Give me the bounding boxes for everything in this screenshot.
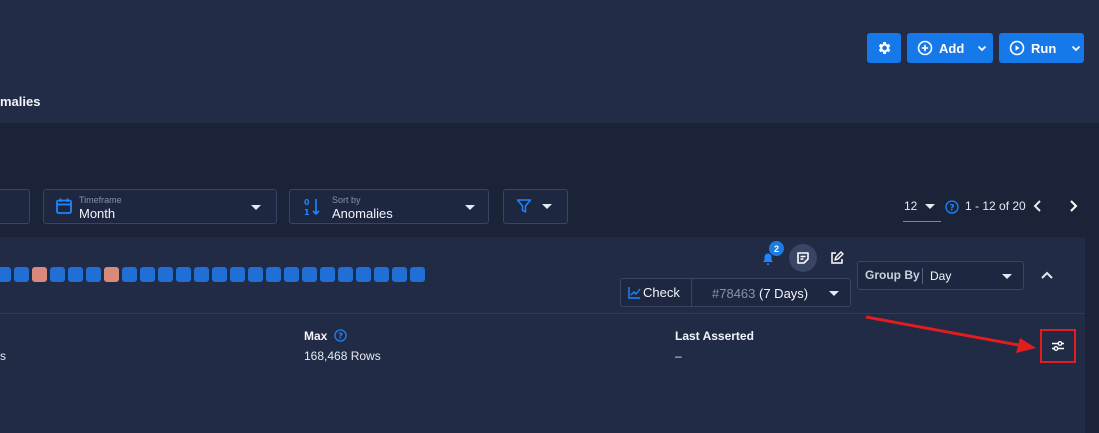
group-by-divider bbox=[922, 268, 923, 284]
annotation-arrow bbox=[865, 315, 1036, 353]
sort-icon: 01 bbox=[304, 197, 322, 222]
sliders-icon[interactable] bbox=[1051, 339, 1065, 358]
caret-down-icon bbox=[251, 205, 261, 210]
caret-down-icon[interactable] bbox=[925, 204, 935, 209]
group-by-label: Group By bbox=[865, 268, 920, 282]
calendar-icon bbox=[55, 197, 73, 220]
status-square[interactable] bbox=[212, 267, 227, 282]
group-by-value: Day bbox=[930, 269, 952, 283]
group-by-select[interactable]: Group By Day bbox=[857, 261, 1024, 290]
chart-line-icon bbox=[628, 286, 641, 304]
svg-text:1: 1 bbox=[304, 208, 310, 217]
status-square[interactable] bbox=[0, 267, 11, 282]
status-square[interactable] bbox=[410, 267, 425, 282]
sort-select[interactable]: 01 Sort by Anomalies bbox=[289, 189, 489, 224]
filter-icon bbox=[516, 198, 532, 219]
status-square[interactable] bbox=[302, 267, 317, 282]
svg-text:?: ? bbox=[338, 331, 343, 341]
status-square[interactable] bbox=[392, 267, 407, 282]
status-square[interactable] bbox=[50, 267, 65, 282]
check-label: Check bbox=[643, 285, 680, 300]
status-square[interactable] bbox=[374, 267, 389, 282]
sort-label: Sort by bbox=[332, 195, 361, 205]
chevron-down-icon bbox=[978, 45, 987, 52]
status-square[interactable] bbox=[176, 267, 191, 282]
svg-text:0: 0 bbox=[304, 198, 310, 207]
svg-text:?: ? bbox=[949, 203, 954, 213]
timeframe-value: Month bbox=[79, 206, 116, 221]
caret-down-icon bbox=[465, 205, 475, 210]
status-square[interactable] bbox=[86, 267, 101, 282]
check-divider bbox=[691, 279, 692, 306]
status-square[interactable] bbox=[230, 267, 245, 282]
max-label: Max bbox=[304, 329, 328, 343]
page-size-select[interactable]: 12 bbox=[904, 199, 917, 213]
status-square[interactable] bbox=[320, 267, 335, 282]
caret-down-icon bbox=[542, 204, 552, 209]
run-button[interactable]: Run bbox=[999, 33, 1084, 63]
plus-circle-icon bbox=[917, 40, 933, 56]
play-circle-icon bbox=[1009, 40, 1025, 56]
notification-badge: 2 bbox=[769, 241, 784, 256]
status-square[interactable] bbox=[122, 267, 137, 282]
timeframe-select[interactable]: Timeframe Month bbox=[43, 189, 277, 224]
help-icon[interactable]: ? bbox=[334, 329, 347, 347]
search-field[interactable] bbox=[0, 189, 30, 224]
status-square[interactable] bbox=[356, 267, 371, 282]
note-icon bbox=[797, 252, 809, 264]
status-square-anomaly[interactable] bbox=[32, 267, 47, 282]
status-square[interactable] bbox=[248, 267, 263, 282]
add-button[interactable]: Add bbox=[907, 33, 993, 63]
status-square[interactable] bbox=[194, 267, 209, 282]
chevron-up-icon[interactable] bbox=[1040, 268, 1054, 286]
stat-partial-value: s bbox=[0, 349, 6, 363]
caret-down-icon bbox=[829, 291, 839, 296]
gear-icon bbox=[878, 42, 891, 54]
pagination-range: 1 - 12 of 20 bbox=[965, 199, 1026, 213]
sort-value: Anomalies bbox=[332, 206, 393, 221]
status-square[interactable] bbox=[158, 267, 173, 282]
timeframe-label: Timeframe bbox=[79, 195, 122, 205]
status-square[interactable] bbox=[68, 267, 83, 282]
run-button-label: Run bbox=[1031, 40, 1057, 56]
status-square[interactable] bbox=[140, 267, 155, 282]
help-icon[interactable]: ? bbox=[945, 200, 959, 219]
filter-button[interactable] bbox=[503, 189, 568, 224]
caret-down-icon bbox=[1002, 274, 1012, 279]
chevron-left-icon[interactable] bbox=[1032, 199, 1044, 218]
tab-anomalies[interactable]: malies bbox=[0, 94, 40, 109]
last-asserted-value: – bbox=[675, 349, 682, 363]
status-square[interactable] bbox=[14, 267, 29, 282]
add-button-label: Add bbox=[939, 40, 965, 56]
last-asserted-label: Last Asserted bbox=[675, 329, 754, 343]
status-square[interactable] bbox=[266, 267, 281, 282]
max-value: 168,468 Rows bbox=[304, 349, 381, 363]
notes-button[interactable] bbox=[789, 244, 817, 272]
status-square[interactable] bbox=[338, 267, 353, 282]
check-selector[interactable]: Check #78463 (7 Days) bbox=[620, 278, 851, 307]
settings-button[interactable] bbox=[867, 33, 901, 63]
edit-icon[interactable] bbox=[830, 251, 844, 270]
chevron-down-icon bbox=[1072, 45, 1081, 52]
page-size-underline bbox=[903, 221, 941, 222]
chevron-right-icon[interactable] bbox=[1067, 199, 1079, 218]
status-square[interactable] bbox=[284, 267, 299, 282]
status-square-anomaly[interactable] bbox=[104, 267, 119, 282]
check-id: #78463 (7 Days) bbox=[712, 286, 809, 301]
